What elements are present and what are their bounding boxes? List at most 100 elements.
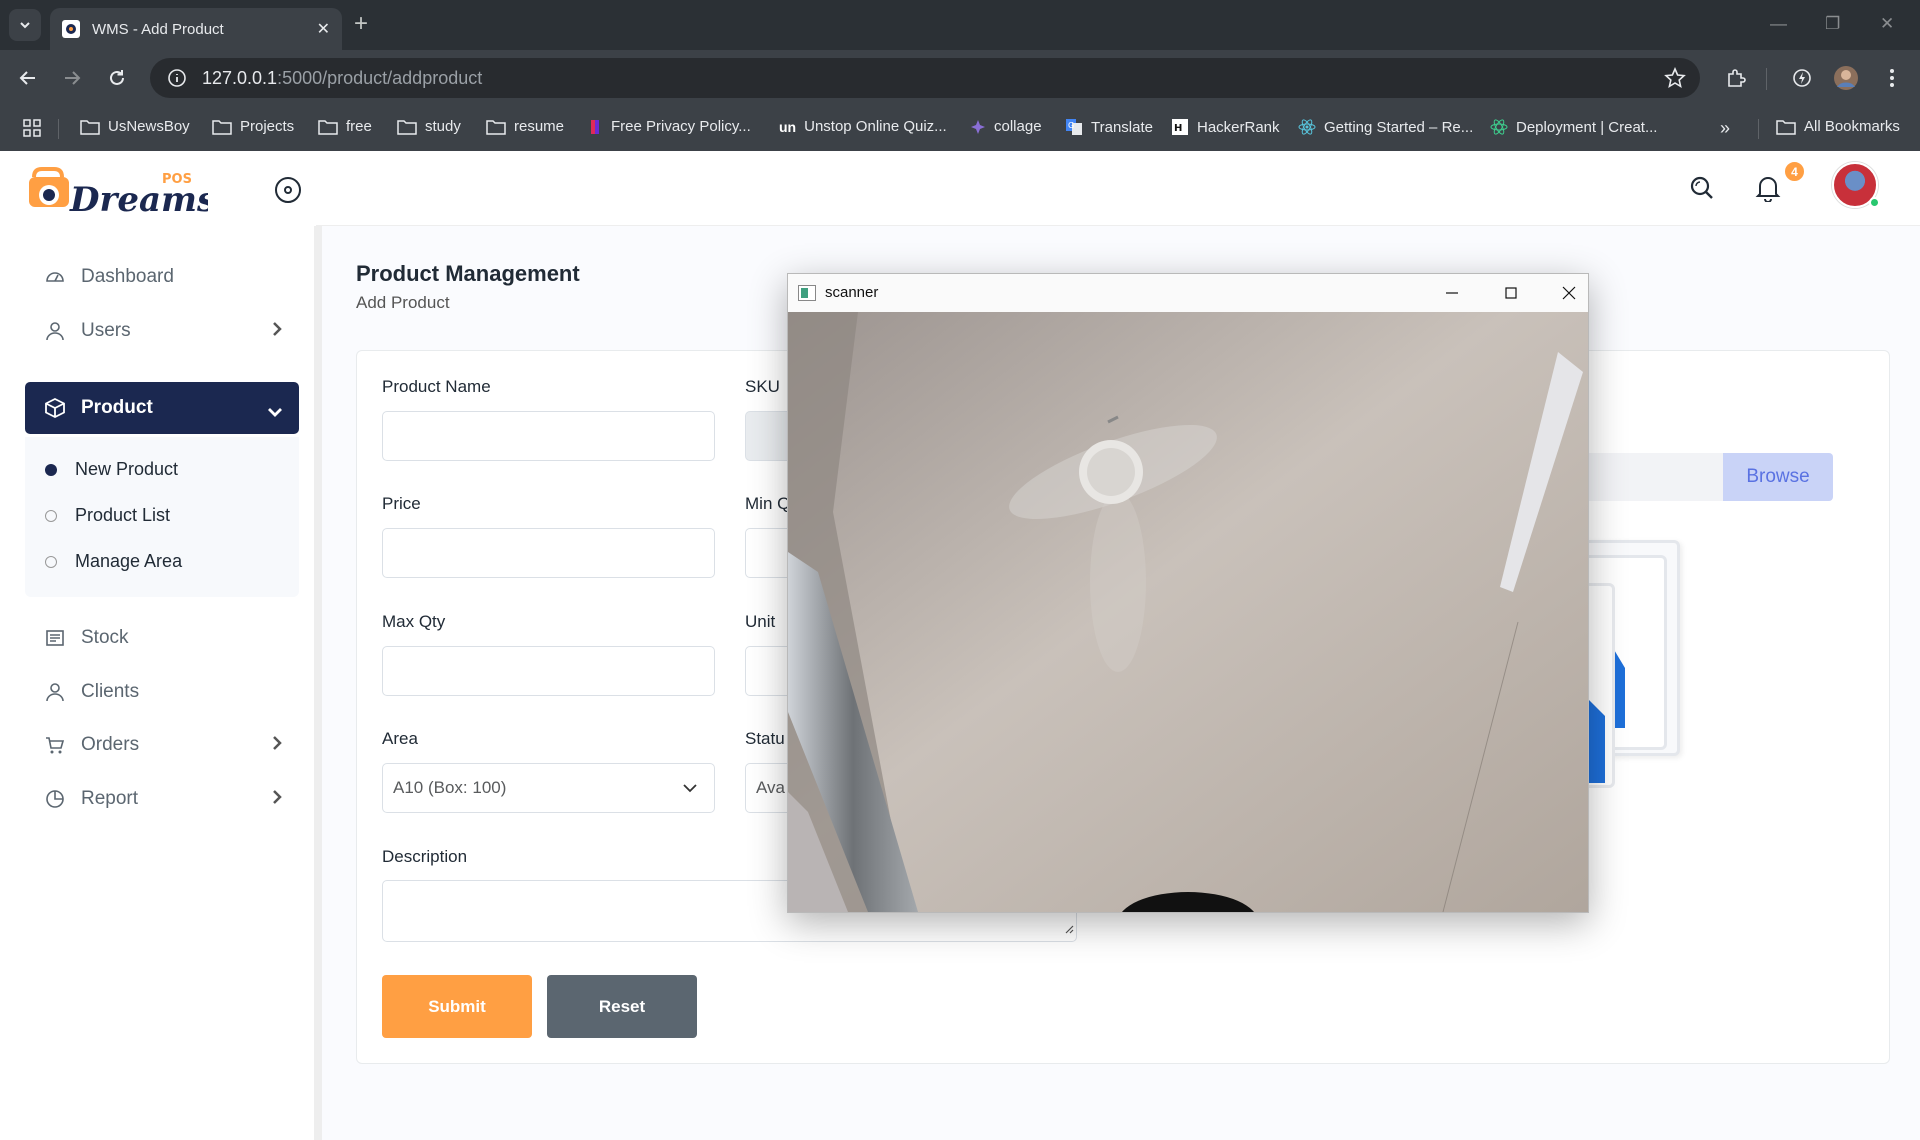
sku-label: SKU	[745, 377, 780, 396]
bookmark-item[interactable]: un Unstop Online Quiz...	[779, 118, 947, 135]
user-icon	[43, 319, 67, 343]
bookmark-label: Getting Started – Re...	[1324, 118, 1474, 136]
reload-button[interactable]	[103, 64, 131, 92]
bookmark-item[interactable]: Free Privacy Policy...	[587, 118, 751, 135]
performance-icon[interactable]	[1788, 64, 1816, 92]
scanner-close-button[interactable]	[1557, 282, 1581, 304]
address-bar[interactable]: 127.0.0.1:5000/product/addproduct	[150, 58, 1700, 98]
browser-toolbar: 127.0.0.1:5000/product/addproduct	[0, 50, 1920, 106]
submenu-item-new-product[interactable]: New Product	[45, 459, 178, 480]
browser-menu-icon[interactable]	[1878, 64, 1906, 92]
bookmark-item[interactable]: UsNewsBoy	[80, 118, 190, 135]
tab-search-button[interactable]	[9, 9, 41, 41]
submenu-item-product-list[interactable]: Product List	[45, 505, 170, 526]
price-input[interactable]	[382, 528, 715, 578]
bookmark-item[interactable]: collage	[970, 118, 1042, 135]
site-info-icon[interactable]	[166, 67, 188, 89]
user-icon	[43, 680, 67, 704]
apps-grid-icon[interactable]	[22, 118, 42, 138]
bookmark-item[interactable]: study	[397, 118, 461, 135]
privacy-favicon	[587, 119, 603, 135]
camera-feed	[788, 312, 1588, 912]
area-selected-value: A10 (Box: 100)	[393, 778, 507, 797]
resize-handle-icon[interactable]	[1064, 921, 1074, 939]
bookmark-item[interactable]: Deployment | Creat...	[1490, 118, 1657, 136]
online-status-dot	[1869, 197, 1880, 208]
status-selected-value: Ava	[756, 778, 785, 797]
scanner-app-icon	[798, 285, 816, 301]
bookmark-item[interactable]: free	[318, 118, 372, 135]
bookmark-item[interactable]: resume	[486, 118, 564, 135]
forward-button[interactable]	[58, 64, 86, 92]
sidebar-toggle-button[interactable]	[275, 177, 301, 203]
bookmark-label: Deployment | Creat...	[1516, 118, 1658, 136]
scanner-minimize-button[interactable]	[1440, 282, 1464, 304]
area-select[interactable]: A10 (Box: 100)	[382, 763, 715, 813]
chevron-down-icon	[20, 22, 30, 29]
back-button[interactable]	[14, 64, 42, 92]
sidebar-item-users[interactable]: Users	[25, 305, 299, 357]
bookmark-star-icon[interactable]	[1664, 66, 1686, 94]
profile-avatar-icon[interactable]	[1832, 64, 1860, 92]
bookmark-item[interactable]: H HackerRank	[1171, 118, 1280, 136]
minimize-window-button[interactable]: —	[1770, 14, 1787, 34]
bookmark-item[interactable]: Projects	[212, 118, 294, 135]
submenu-item-manage-area[interactable]: Manage Area	[45, 551, 182, 572]
scanner-maximize-button[interactable]	[1499, 282, 1523, 304]
react-favicon	[1298, 118, 1316, 136]
bookmark-item[interactable]: G Translate	[1065, 118, 1153, 136]
sidebar-item-stock[interactable]: Stock	[25, 612, 299, 664]
browser-tab[interactable]: WMS - Add Product ✕	[50, 8, 342, 50]
sidebar-item-clients[interactable]: Clients	[25, 666, 299, 718]
description-label: Description	[382, 847, 468, 866]
bookmark-item[interactable]: Getting Started – Re...	[1298, 118, 1473, 136]
chevron-right-icon	[271, 789, 283, 811]
max-qty-label: Max Qty	[382, 612, 446, 631]
submenu-label: New Product	[75, 459, 179, 479]
min-qty-label: Min Q	[745, 494, 791, 513]
arrow-left-icon	[19, 71, 35, 85]
area-label: Area	[382, 729, 418, 748]
submenu-label: Product List	[75, 505, 171, 525]
extensions-icon[interactable]	[1722, 64, 1750, 92]
translate-favicon: G	[1065, 118, 1083, 136]
sidebar-item-product[interactable]: Product	[25, 382, 299, 434]
all-bookmarks-button[interactable]: All Bookmarks	[1776, 118, 1900, 135]
submit-button[interactable]: Submit	[382, 975, 532, 1038]
max-qty-input[interactable]	[382, 646, 715, 696]
sidebar-item-report[interactable]: Report	[25, 773, 299, 825]
notification-badge: 4	[1783, 160, 1806, 183]
new-tab-button[interactable]: +	[354, 12, 368, 36]
product-name-input[interactable]	[382, 411, 715, 461]
close-tab-icon[interactable]: ✕	[317, 19, 330, 39]
sidebar-item-label: Clients	[81, 681, 140, 702]
bell-icon[interactable]	[1752, 172, 1784, 204]
folder-icon	[486, 119, 506, 135]
dreams-pos-logo[interactable]: Dreams POS	[28, 163, 216, 220]
restore-window-button[interactable]: ❐	[1825, 14, 1840, 34]
sidebar-item-orders[interactable]: Orders	[25, 719, 299, 771]
close-window-button[interactable]: ✕	[1880, 14, 1894, 34]
reset-button[interactable]: Reset	[547, 975, 697, 1038]
dashboard-icon	[43, 265, 67, 289]
bookmark-label: UsNewsBoy	[108, 118, 190, 135]
page-subtitle: Add Product	[356, 293, 450, 312]
svg-text:G: G	[1068, 121, 1074, 130]
sidebar-item-label: Users	[81, 320, 131, 341]
image-file-field[interactable]	[1575, 453, 1723, 501]
search-icon[interactable]	[1686, 172, 1718, 204]
sidebar-scrollbar[interactable]	[314, 226, 322, 1140]
browse-button[interactable]: Browse	[1723, 453, 1833, 501]
inactive-dot-icon	[45, 555, 57, 568]
box-icon	[43, 396, 67, 420]
toolbar-divider	[1766, 68, 1767, 90]
chevron-right-icon	[271, 735, 283, 757]
scanner-titlebar[interactable]: scanner	[788, 274, 1588, 312]
cart-icon	[43, 733, 67, 757]
bookmark-label: free	[346, 118, 372, 135]
top-header	[316, 151, 1920, 226]
folder-icon	[397, 119, 417, 135]
unit-label: Unit	[745, 612, 776, 631]
more-bookmarks-icon[interactable]: »	[1720, 118, 1730, 139]
sidebar-item-dashboard[interactable]: Dashboard	[25, 251, 299, 303]
